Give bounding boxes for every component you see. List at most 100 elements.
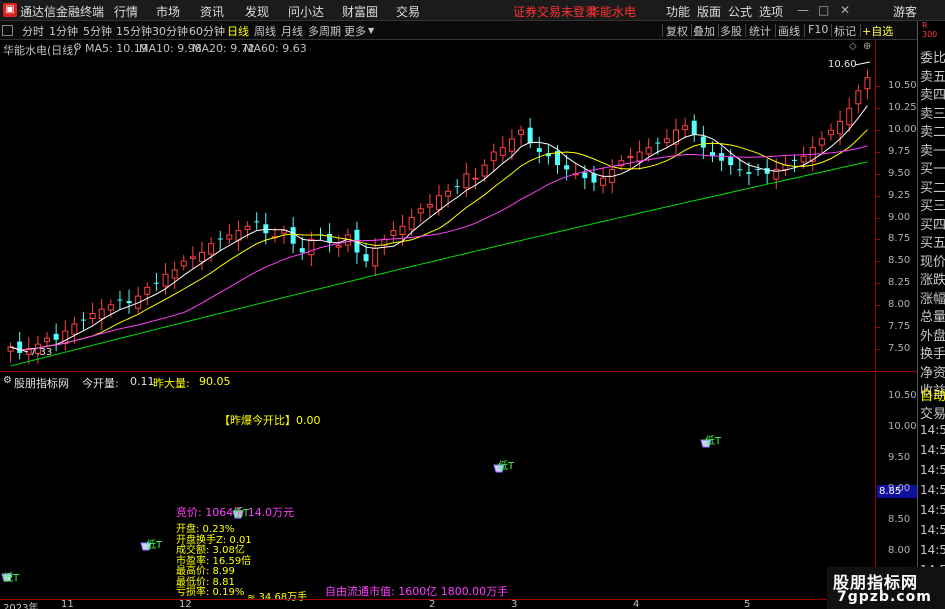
- candle-body: [226, 234, 233, 240]
- price-axis-tick: [876, 217, 880, 219]
- bottom-text: 自由流通市值: 1600亿 1800.00万手: [325, 585, 509, 598]
- candle-body: [171, 269, 178, 279]
- side-item[interactable]: 外盘: [920, 325, 945, 344]
- menu-function[interactable]: 功能: [666, 3, 690, 20]
- candle-body: [254, 221, 260, 223]
- indicator-pane[interactable]: ⚙ 股朋指标网 今开量: 0.11 昨大量: 90.05 【昨爆今开比】0.00…: [0, 373, 875, 603]
- side-item[interactable]: 涨跌: [920, 269, 945, 288]
- current-stock: 华能水电: [588, 5, 637, 19]
- side-item[interactable]: 卖五: [920, 66, 945, 85]
- date-axis: 2023年 11 12 2 3 4 5: [0, 599, 917, 609]
- side-item[interactable]: 卖一: [920, 140, 945, 159]
- period-timeshare[interactable]: 分时: [22, 23, 44, 39]
- candle-body: [627, 155, 634, 159]
- close-icon[interactable]: ✕: [840, 3, 850, 17]
- side-auto[interactable]: 自动: [920, 385, 945, 404]
- overlay-button[interactable]: 叠加: [693, 23, 715, 39]
- period-15min[interactable]: 15分钟: [116, 23, 152, 39]
- candle-body: [454, 186, 460, 188]
- menu-wealth[interactable]: 财富圈: [342, 3, 378, 20]
- side-item[interactable]: 净资: [920, 362, 945, 381]
- kline-chart[interactable]: [0, 40, 875, 372]
- period-multi[interactable]: 多周期: [308, 23, 341, 39]
- menu-layout[interactable]: 版面: [697, 3, 721, 20]
- adjust-button[interactable]: 复权: [666, 23, 688, 39]
- mark-button[interactable]: 标记: [834, 23, 856, 39]
- stats-button[interactable]: 统计: [749, 23, 771, 39]
- side-item[interactable]: 买三: [920, 195, 945, 214]
- period-monthly[interactable]: 月线: [281, 23, 303, 39]
- candle-body: [263, 224, 269, 234]
- app-logo-icon: ▣: [3, 3, 17, 17]
- side-item[interactable]: 总量: [920, 306, 945, 325]
- pane-diamond-icon[interactable]: ◇: [849, 41, 857, 52]
- period-30min[interactable]: 30分钟: [152, 23, 188, 39]
- layout-toggle-icon[interactable]: [2, 25, 13, 36]
- add-watchlist-button[interactable]: +自选: [862, 23, 893, 39]
- indicator-gear-icon[interactable]: ⚙: [3, 375, 12, 386]
- period-weekly[interactable]: 周线: [254, 23, 276, 39]
- side-item[interactable]: 买二: [920, 177, 945, 196]
- login-warning[interactable]: 证券交易未登录: [513, 3, 597, 20]
- tick-time: 14:56: [920, 483, 945, 497]
- candle-body: [44, 337, 51, 343]
- period-1min[interactable]: 1分钟: [49, 23, 78, 39]
- side-item[interactable]: 卖四: [920, 84, 945, 103]
- indicator-axis: 8.85 10.50 10.00 9.50 9.00 8.50 8.00: [875, 373, 917, 599]
- candle-body: [755, 168, 761, 170]
- candle-body: [180, 260, 187, 267]
- side-item[interactable]: 换手: [920, 343, 945, 362]
- price-axis-label: 8.50: [888, 255, 911, 267]
- candle-body: [682, 125, 689, 130]
- period-daily[interactable]: 日线: [227, 23, 249, 39]
- menu-options[interactable]: 选项: [759, 3, 783, 20]
- side-trade[interactable]: 交易: [920, 403, 945, 422]
- stat-open: 开盘: 0.23%: [176, 524, 235, 535]
- high-marker-line: [854, 61, 871, 66]
- period-5min[interactable]: 5分钟: [83, 23, 112, 39]
- ma20-line: [10, 145, 868, 351]
- pane-zoom-icon[interactable]: ⊕: [863, 41, 871, 52]
- kline-pane[interactable]: 华能水电(日线) ⚙ MA5: 10.19 MA10: 9.98 MA20: 9…: [0, 40, 875, 372]
- side-item[interactable]: 委比: [920, 47, 945, 66]
- candle-body: [472, 177, 479, 180]
- menu-discover[interactable]: 发现: [245, 3, 269, 20]
- indicator-chart[interactable]: [0, 373, 875, 599]
- f10-button[interactable]: F10: [808, 23, 828, 36]
- watermark-url: 7gpzb.com: [837, 589, 932, 605]
- side-item[interactable]: 卖三: [920, 103, 945, 122]
- menu-trade[interactable]: 交易: [396, 3, 420, 20]
- multi-stock-button[interactable]: 多股: [720, 23, 742, 39]
- maximize-icon[interactable]: □: [818, 3, 829, 17]
- side-item[interactable]: 现价: [920, 251, 945, 270]
- date-label: 12: [179, 599, 192, 609]
- candle-body: [417, 208, 424, 214]
- period-60min[interactable]: 60分钟: [189, 23, 225, 39]
- price-axis-tick: [876, 304, 880, 306]
- candle-body: [445, 190, 452, 197]
- side-item[interactable]: 买四: [920, 214, 945, 233]
- menu-formula[interactable]: 公式: [728, 3, 752, 20]
- minimize-icon[interactable]: —: [797, 3, 809, 17]
- indicator-axis-label: 10.50: [888, 390, 917, 401]
- candle-body: [864, 77, 871, 90]
- draw-button[interactable]: 画线: [778, 23, 800, 39]
- stat-high: 最高价: 8.99: [176, 566, 235, 577]
- price-axis-tick: [876, 283, 880, 284]
- more-chevron-icon[interactable]: ▼: [368, 26, 374, 35]
- side-item[interactable]: 买五: [920, 232, 945, 251]
- candle-body: [800, 155, 807, 163]
- menu-market[interactable]: 行情: [114, 3, 138, 20]
- menu-exchange[interactable]: 市场: [156, 3, 180, 20]
- menu-news[interactable]: 资讯: [200, 3, 224, 20]
- side-item[interactable]: 买一: [920, 158, 945, 177]
- period-more[interactable]: 更多: [344, 23, 366, 39]
- settings-gear-icon[interactable]: ⚙: [73, 42, 82, 53]
- side-item[interactable]: 卖二: [920, 121, 945, 140]
- guest-label[interactable]: 游客: [893, 3, 917, 20]
- candle-body: [655, 142, 661, 144]
- price-axis-label: 7.75: [888, 320, 911, 332]
- candle-body: [290, 227, 296, 244]
- menu-ask[interactable]: 问小达: [288, 3, 324, 20]
- side-item[interactable]: 涨幅: [920, 288, 945, 307]
